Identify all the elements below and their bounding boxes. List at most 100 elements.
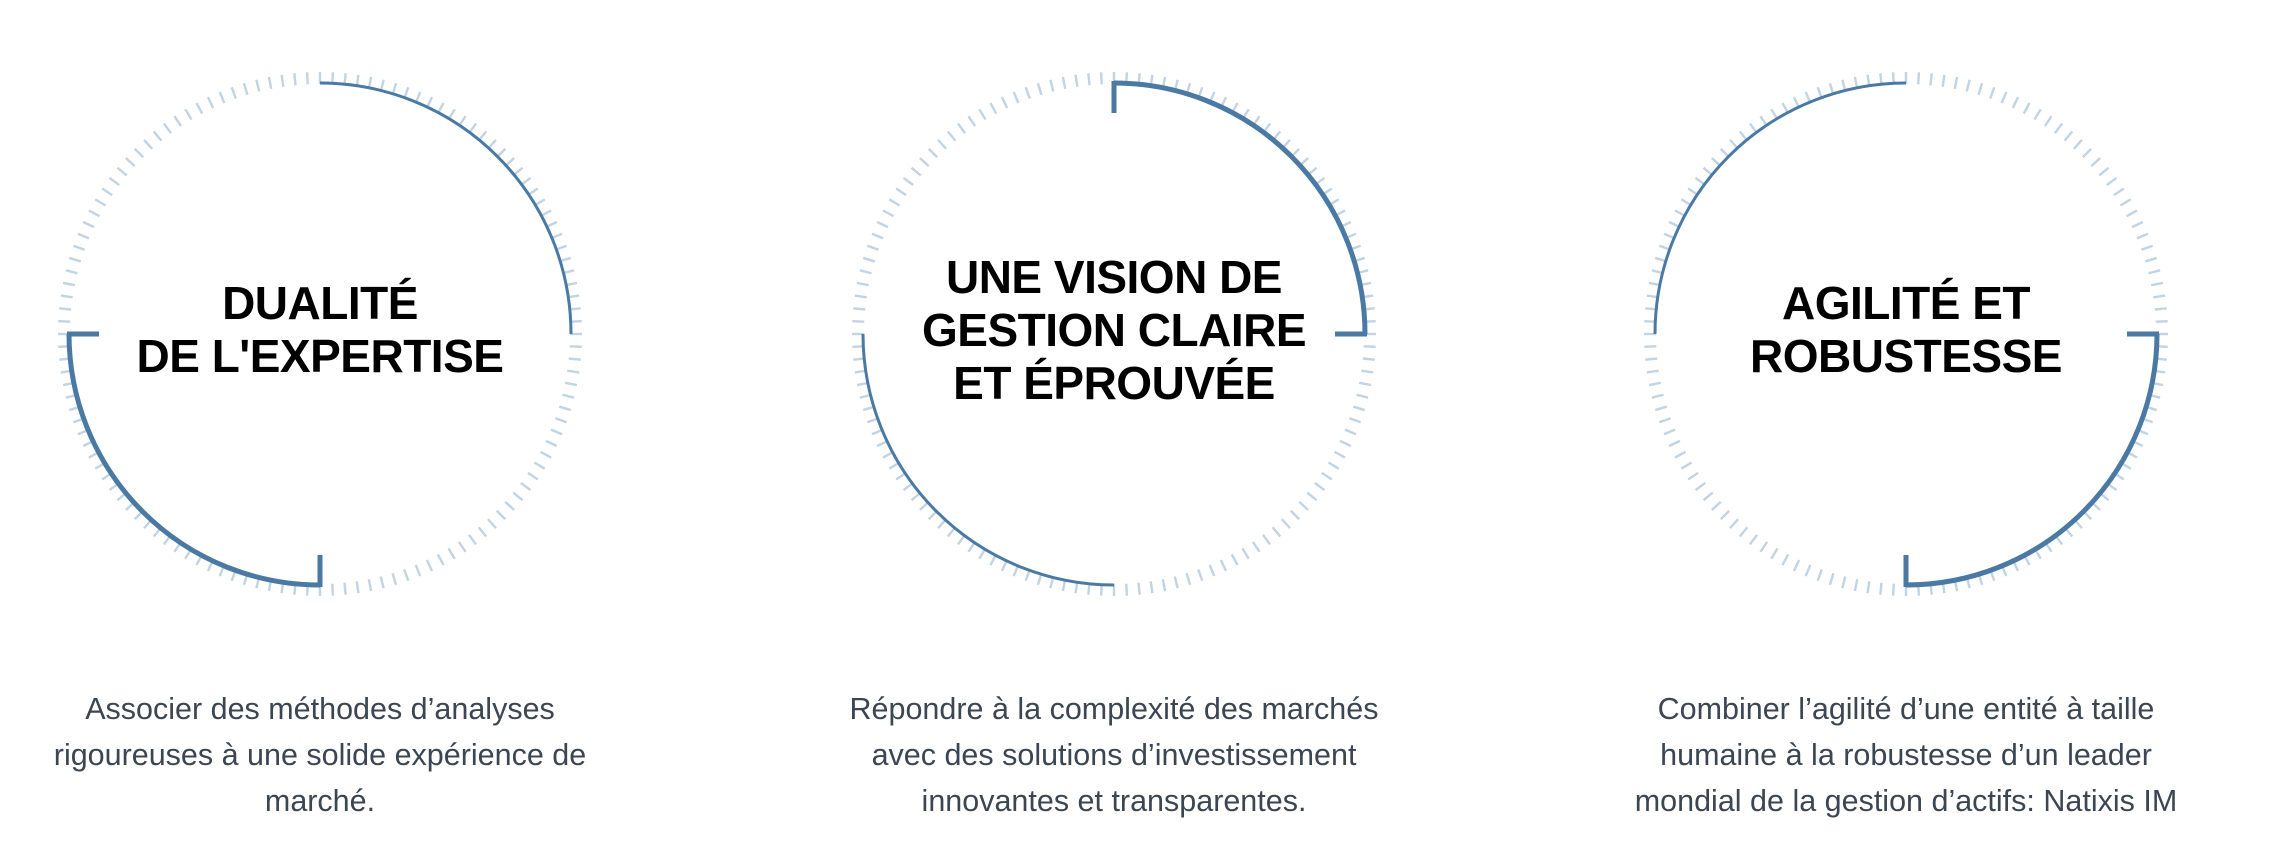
dial-tick [512,491,524,502]
dial-tick [1781,553,1790,566]
dial-tick [1977,82,1984,96]
card-description: Associer des méthodes d’analyses rigoure… [53,692,587,818]
dial-tick [162,122,173,134]
dial-tick [2000,91,2008,104]
dial-tick [116,166,128,177]
dial-tick [133,147,145,159]
dial-tick [1306,491,1318,502]
dial-tick [1099,72,1103,85]
dial-tick [1917,72,1921,85]
dial-tick [927,147,939,159]
dial-tick [343,582,347,595]
dial-tick [1941,74,1946,87]
dial-tick [1036,82,1043,96]
dial-tick [1694,481,1706,492]
dial-tick [1125,583,1129,596]
dial-tick [1185,572,1192,586]
dial-tick [2090,157,2101,167]
dial-tick [2033,108,2042,121]
dial-tick [1241,547,1250,560]
dial-tick [1953,76,1959,90]
dial-tick [355,581,360,594]
dial-tick [1298,501,1309,511]
dial-tick [305,72,309,85]
dial-tick [487,518,497,529]
dial-tick [1149,581,1154,594]
dial-tick [1989,86,1996,100]
dial-tick [495,509,507,521]
dial-tick [2073,139,2083,150]
dial-tick [267,76,273,90]
dial-tick [1841,576,1847,589]
dial-tick [895,187,907,197]
card-title: DUALITÉ DE L'EXPERTISE [20,200,620,460]
dial-tick [1024,86,1031,100]
dial-tick [436,553,445,566]
dial-tick [2106,176,2118,187]
card-title-text: UNE VISION DE GESTION CLAIRE ET ÉPROUVÉE [921,250,1307,409]
dial-tick [504,501,515,511]
dial-tick [379,576,385,589]
dial-tick [1680,461,1693,470]
dial-tick [1866,581,1871,594]
dial-tick [230,86,237,100]
dial-tick [1173,576,1179,589]
dial-tick [152,130,163,142]
dial-tick [1816,568,1823,582]
card-title-text: DUALITÉ DE L'EXPERTISE [136,277,504,382]
dial-tick [255,79,261,92]
card-title-text: AGILITÉ ET ROBUSTESSE [1750,277,2062,382]
dial-tick [1965,79,1971,92]
dial-tick [1230,553,1239,566]
dial-tick [477,526,488,538]
dial-tick [1208,564,1216,577]
dial-tick [1281,518,1291,529]
dial-tick [910,166,922,177]
dial-tick [1729,518,1739,529]
dial-tick [2113,187,2125,197]
dial-tick [1804,564,1812,577]
dial-tick [533,461,546,470]
dial-tick [946,130,957,142]
dial-tick [1012,91,1020,104]
dial-tick [101,187,113,197]
card-title: UNE VISION DE GESTION CLAIRE ET ÉPROUVÉE [814,200,1414,460]
dial-tick [280,74,285,87]
dial-tick [1711,501,1722,511]
dial-tick [967,115,977,127]
dial-tick [1251,541,1261,553]
dial-tick [1061,76,1067,90]
dial-tick [1000,96,1009,109]
dial-tick [1197,568,1204,582]
dial-tick [2022,102,2031,115]
dial-tick [978,108,987,121]
dial-tick [1748,534,1759,546]
dial-tick [527,471,539,481]
dial-tick [143,139,153,150]
dial-tick [2081,147,2093,159]
dial-tick [1219,559,1228,572]
feature-card-vision: UNE VISION DE GESTION CLAIRE ET ÉPROUVÉE… [814,0,1414,864]
dial-tick [1271,526,1282,538]
dial-tick [937,139,947,150]
dial-tick [1049,79,1055,92]
dial-tick [1853,578,1859,592]
dial-tick [1929,73,1933,86]
dial-tick [195,102,204,115]
dial-tick [1687,471,1699,481]
dial-tick [1314,481,1326,492]
dial-tick [2098,166,2110,177]
dial-tick [1828,572,1835,586]
dial-tick [184,108,193,121]
dial-tick [1738,526,1749,538]
dial-tick [391,572,398,586]
dial-tick [1759,541,1769,553]
dial-tick [367,578,373,592]
dial-tick [1161,578,1167,592]
dial-tick [242,82,249,96]
dial-tick [1792,559,1801,572]
dial-tick [520,481,532,492]
dial-tick [457,541,467,553]
dial-tick [2011,96,2020,109]
dial-tick [1891,583,1895,596]
